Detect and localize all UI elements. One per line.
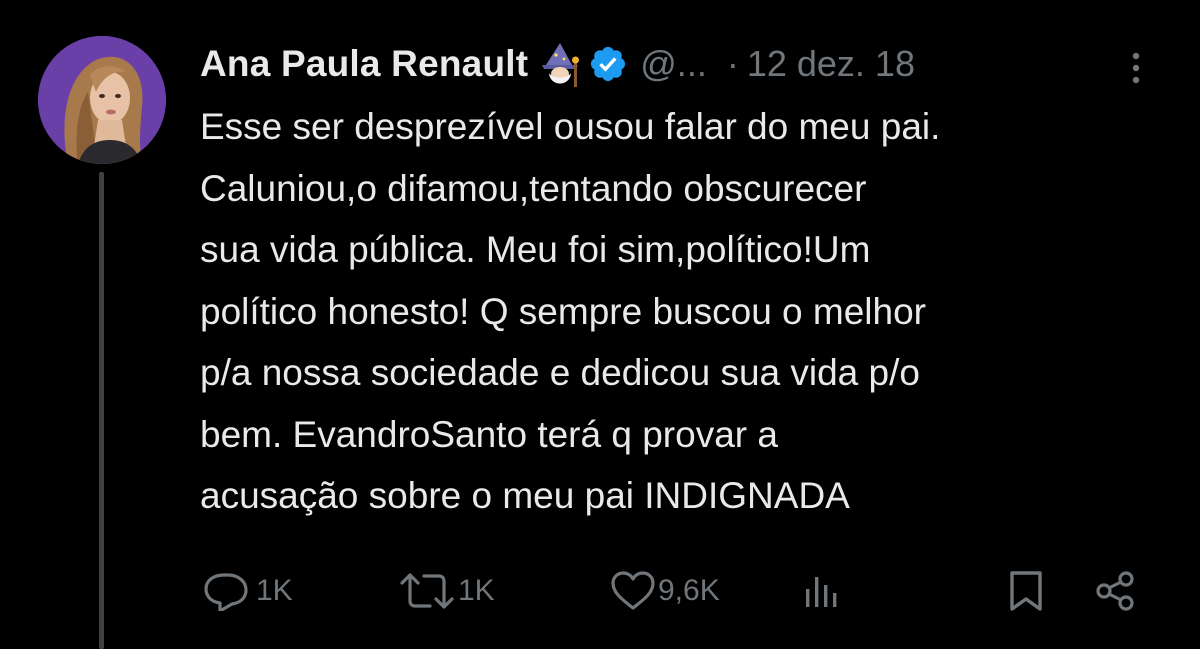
share-button[interactable]	[1094, 565, 1138, 617]
tweet-text-line: Esse ser desprezível ousou falar do meu …	[200, 106, 941, 147]
tweet-text-line: político honesto! Q sempre buscou o melh…	[200, 290, 926, 332]
tweet-date[interactable]: 12 dez. 18	[747, 43, 915, 85]
tweet[interactable]: Ana Paula Renault @... · 12 dez. 18 Esse…	[0, 0, 1200, 649]
views-chart-icon	[806, 577, 837, 607]
more-options-icon[interactable]	[1126, 48, 1146, 88]
action-bar: 1K 1K 9,6K	[0, 565, 1200, 617]
repost-count: 1K	[458, 574, 495, 607]
author-handle[interactable]: @...	[640, 43, 707, 85]
views-button[interactable]	[802, 565, 842, 617]
like-count: 9,6K	[658, 574, 720, 607]
heart-icon	[611, 571, 655, 610]
tweet-text: Esse ser desprezível ousou falar do meu …	[200, 96, 1180, 527]
tweet-text-line: acusação sobre o meu pai INDIGNADA	[200, 475, 850, 516]
header-separator: ·	[726, 43, 739, 84]
reply-count: 1K	[256, 574, 293, 607]
tweet-header: Ana Paula Renault @... · 12 dez. 18	[200, 38, 915, 90]
repost-icon	[400, 573, 454, 609]
repost-button[interactable]: 1K	[398, 565, 495, 617]
bookmark-button[interactable]	[1006, 565, 1046, 617]
wizard-emoji-icon	[538, 41, 582, 87]
tweet-text-line: p/a nossa sociedade e dedicou sua vida p…	[200, 352, 920, 393]
author-name[interactable]: Ana Paula Renault	[200, 43, 528, 85]
like-button[interactable]: 9,6K	[610, 565, 720, 617]
share-icon	[1096, 571, 1134, 611]
tweet-text-line: Caluniou,o difamou,tentando obscurecer	[200, 167, 867, 209]
avatar[interactable]	[38, 36, 166, 164]
reply-button[interactable]: 1K	[200, 565, 293, 617]
tweet-text-line: sua vida pública. Meu foi sim,político!U…	[200, 229, 871, 270]
reply-icon	[204, 573, 248, 611]
bookmark-icon	[1010, 571, 1042, 611]
verified-badge-icon[interactable]	[588, 44, 628, 84]
tweet-text-line: bem. EvandroSanto terá q provar a	[200, 413, 778, 455]
